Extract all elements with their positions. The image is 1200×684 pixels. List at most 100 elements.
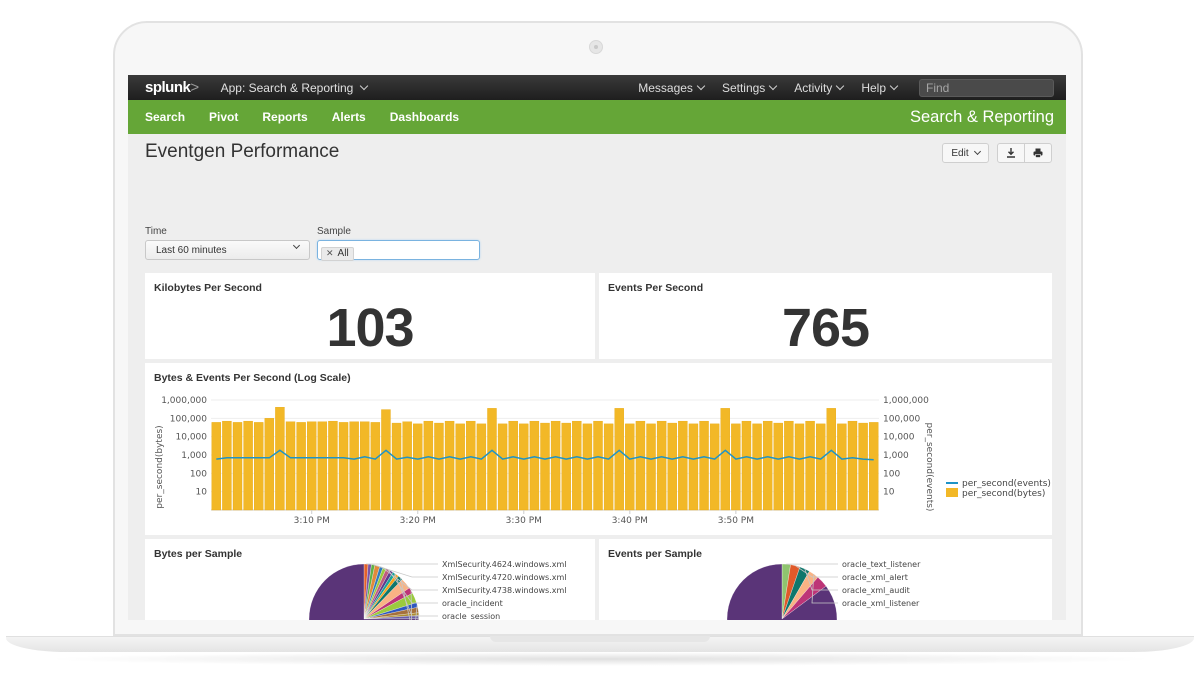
bar (858, 422, 868, 511)
messages-menu[interactable]: Messages (638, 80, 706, 95)
app-menu-label: App: Search & Reporting (220, 80, 354, 95)
pie-slice (726, 563, 838, 620)
x-tick-label: 3:30 PM (506, 516, 542, 526)
bar (338, 422, 349, 511)
help-menu[interactable]: Help (861, 80, 899, 95)
bar (413, 423, 423, 511)
bar (667, 422, 677, 511)
bar (773, 422, 783, 511)
settings-label: Settings (721, 80, 766, 95)
kbps-value: 103 (326, 298, 414, 358)
y-tick-label: 1,000 (181, 451, 207, 461)
y-tick-label: 100,000 (170, 414, 207, 424)
bar (614, 408, 624, 511)
app-menu[interactable]: App: Search & Reporting (220, 80, 369, 95)
chevron-down-icon (836, 81, 845, 90)
bar (603, 423, 614, 511)
sample-multiselect[interactable]: ✕ All (317, 240, 480, 261)
bar (296, 422, 306, 511)
activity-menu[interactable]: Activity (794, 81, 845, 95)
bar (264, 418, 275, 511)
chevron-down-icon (889, 81, 899, 90)
bar (656, 420, 667, 511)
bar (784, 420, 794, 511)
bar (529, 420, 540, 511)
y-axis-title: per_second(bytes) (155, 425, 165, 508)
bar (678, 420, 688, 511)
bar (444, 420, 455, 511)
bar (688, 423, 699, 511)
bar (794, 423, 805, 511)
bar (805, 420, 815, 511)
bar (815, 423, 826, 511)
y-tick-label: 1,000,000 (161, 396, 207, 406)
help-label: Help (861, 80, 886, 95)
bar (349, 421, 359, 511)
bar (497, 423, 508, 511)
nav-dashboards[interactable]: Dashboards (390, 110, 459, 124)
bar (699, 420, 709, 511)
sample-token: ✕ All (321, 246, 354, 261)
print-button[interactable] (1024, 144, 1051, 162)
dashboard-actions (997, 143, 1052, 163)
bar (847, 420, 858, 511)
sample-token-label: All (337, 248, 349, 259)
messages-label: Messages (638, 80, 693, 95)
bar (709, 423, 720, 511)
timechart-svg: 10 100 1,000 10,000 100,000 1,000,000 10 100 1,0… (155, 396, 1051, 526)
find-input[interactable] (919, 78, 1054, 97)
pie-label: oracle_session (442, 612, 500, 620)
remove-token-icon[interactable]: ✕ (326, 248, 334, 259)
time-picker[interactable]: Last 60 minutes (145, 240, 310, 260)
export-button[interactable] (998, 144, 1024, 162)
y-tick-label: 10,000 (176, 433, 208, 443)
settings-menu[interactable]: Settings (721, 80, 778, 95)
events-pie-svg: oracle_text_listener oracle_xml_alertorac… (726, 560, 921, 620)
nav-alerts[interactable]: Alerts (332, 110, 366, 124)
bar (455, 423, 465, 511)
timechart-panel: Bytes & Events Per Second (Log Scale) 10… (145, 363, 1052, 535)
y-right-tick-label: 1,000 (883, 451, 909, 461)
pie-label: oracle_incident (442, 599, 503, 608)
legend-bytes-swatch (946, 488, 958, 497)
download-icon (1007, 148, 1015, 158)
bar (752, 423, 762, 511)
bar (285, 421, 296, 511)
chevron-down-icon (292, 241, 301, 250)
laptop-mockup: splunk> App: Search & Reporting Messages… (0, 0, 1200, 684)
x-tick-label: 3:20 PM (400, 516, 436, 526)
bytes-pie-panel: Bytes per Sample XmlSecurity.4624.window… (145, 539, 595, 620)
bar (625, 423, 635, 511)
bar (635, 420, 646, 511)
pie-label: XmlSecurity.4720.windows.xml (442, 573, 566, 582)
edit-button[interactable]: Edit (942, 143, 989, 163)
bar (731, 423, 741, 511)
bar (826, 408, 836, 511)
legend-bytes-label: per_second(bytes) (962, 489, 1045, 499)
nav-reports[interactable]: Reports (262, 110, 307, 124)
splunk-logo[interactable]: splunk> (145, 79, 199, 96)
pie-label: XmlSecurity.4738.windows.xml (442, 586, 566, 595)
laptop-notch (490, 636, 710, 642)
chevron-down-icon (360, 81, 369, 90)
bar (508, 420, 518, 511)
bar (519, 423, 529, 511)
bar (275, 407, 285, 511)
nav-pivot[interactable]: Pivot (209, 110, 238, 124)
nav-search[interactable]: Search (145, 110, 185, 124)
pie-label: oracle_text_listener (842, 560, 921, 569)
webcam-icon (589, 40, 603, 54)
time-value: Last 60 minutes (156, 245, 227, 256)
y-tick-label: 10 (196, 488, 208, 498)
pie-label: oracle_xml_listener (842, 599, 920, 608)
kbps-panel: Kilobytes Per Second 103 (145, 273, 595, 359)
bar (211, 422, 222, 511)
bar (646, 423, 656, 511)
y-right-tick-label: 100 (883, 469, 900, 479)
sample-label: Sample (317, 226, 351, 237)
splunk-screen: splunk> App: Search & Reporting Messages… (128, 75, 1066, 620)
bar (720, 408, 730, 511)
bar (550, 420, 561, 511)
bar (741, 420, 752, 511)
bar (572, 420, 582, 511)
